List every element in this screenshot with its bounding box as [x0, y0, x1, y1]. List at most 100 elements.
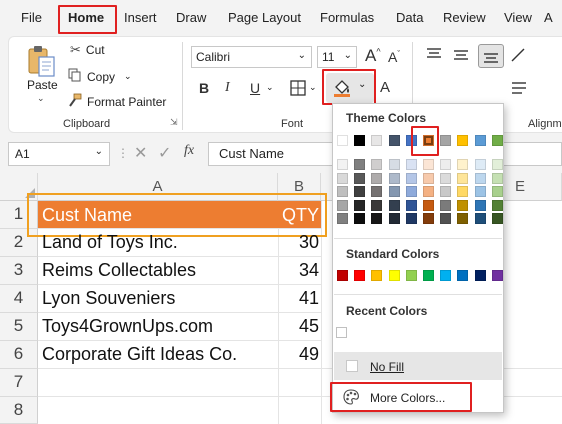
theme-shade-swatch[interactable]	[371, 186, 383, 197]
theme-shade-swatch[interactable]	[388, 172, 400, 184]
table-row-name[interactable]: Reims Collectables	[38, 257, 278, 285]
theme-shade-swatch[interactable]	[457, 213, 469, 224]
theme-shade-swatch[interactable]	[371, 172, 383, 184]
font-size-chevron-icon[interactable]: ⌄	[344, 50, 352, 61]
no-fill-item[interactable]: No Fill	[334, 352, 502, 380]
theme-shade-swatch[interactable]	[388, 213, 400, 224]
row-header[interactable]: 4	[0, 285, 38, 313]
font-name-chevron-icon[interactable]: ⌄	[298, 50, 306, 61]
theme-shade-swatch[interactable]	[405, 213, 417, 224]
theme-shade-swatch[interactable]	[388, 186, 400, 197]
menu-overflow[interactable]: A	[544, 10, 553, 25]
theme-shade-swatch[interactable]	[423, 186, 434, 197]
table-row-qty[interactable]: 45	[278, 313, 321, 341]
theme-shade-swatch[interactable]	[337, 186, 348, 197]
theme-shade-swatch[interactable]	[354, 199, 366, 211]
table-row-qty[interactable]: 30	[278, 229, 321, 257]
theme-shade-swatch[interactable]	[388, 199, 400, 211]
theme-shade-swatch[interactable]	[474, 186, 486, 197]
name-box[interactable]: A1 ⌄	[8, 142, 110, 166]
theme-shade-swatch[interactable]	[337, 172, 348, 184]
theme-shade-swatch[interactable]	[457, 159, 469, 170]
theme-shade-swatch[interactable]	[440, 199, 452, 211]
theme-shade-swatch[interactable]	[491, 186, 503, 197]
theme-shade-swatch[interactable]	[474, 159, 486, 170]
font-name-field[interactable]: Calibri ⌄	[191, 46, 312, 68]
menu-view[interactable]: View	[504, 10, 532, 25]
theme-shade-swatch[interactable]	[491, 159, 503, 170]
insert-function-button[interactable]: fx	[184, 143, 194, 159]
theme-color-swatch[interactable]	[337, 135, 348, 146]
theme-shade-swatch[interactable]	[440, 172, 452, 184]
theme-shade-swatch[interactable]	[337, 199, 348, 211]
format-painter-button[interactable]: Format Painter	[68, 93, 166, 110]
theme-shade-swatch[interactable]	[371, 159, 383, 170]
table-row-name[interactable]: Corporate Gift Ideas Co.	[38, 341, 278, 369]
enter-check-icon[interactable]: ✓	[158, 143, 171, 163]
theme-shade-swatch[interactable]	[457, 199, 469, 211]
theme-shade-swatch[interactable]	[354, 172, 366, 184]
theme-shade-swatch[interactable]	[474, 213, 486, 224]
menu-data[interactable]: Data	[396, 10, 423, 25]
theme-shade-swatch[interactable]	[457, 172, 469, 184]
paste-button[interactable]: Paste	[27, 78, 58, 92]
standard-color-swatch[interactable]	[337, 270, 348, 281]
theme-shade-swatch[interactable]	[423, 172, 434, 184]
menu-page-layout[interactable]: Page Layout	[228, 10, 301, 25]
standard-color-swatch[interactable]	[388, 270, 400, 281]
grow-font-button[interactable]: A^	[365, 46, 381, 66]
font-size-field[interactable]: 11 ⌄	[317, 46, 357, 68]
theme-shade-swatch[interactable]	[440, 213, 452, 224]
underline-button[interactable]: U	[250, 80, 260, 96]
menu-draw[interactable]: Draw	[176, 10, 206, 25]
menu-review[interactable]: Review	[443, 10, 486, 25]
theme-shade-swatch[interactable]	[405, 172, 417, 184]
wrap-text-button[interactable]	[510, 80, 528, 101]
name-box-chevron-icon[interactable]: ⌄	[95, 146, 103, 157]
row-header[interactable]: 8	[0, 397, 38, 424]
underline-chevron-icon[interactable]: ⌄	[266, 82, 274, 93]
copy-button[interactable]: Copy ⌄	[68, 68, 132, 85]
standard-color-swatch[interactable]	[457, 270, 469, 281]
theme-shade-swatch[interactable]	[354, 186, 366, 197]
table-row-qty[interactable]: 49	[278, 341, 321, 369]
theme-shade-swatch[interactable]	[371, 199, 383, 211]
standard-color-swatch[interactable]	[440, 270, 452, 281]
theme-color-swatch[interactable]	[354, 135, 366, 146]
clipboard-launcher-icon[interactable]: ⇲	[170, 117, 178, 128]
italic-button[interactable]: I	[225, 80, 230, 96]
theme-shade-swatch[interactable]	[491, 213, 503, 224]
standard-color-swatch[interactable]	[491, 270, 503, 281]
theme-shade-swatch[interactable]	[423, 213, 434, 224]
theme-shade-swatch[interactable]	[457, 186, 469, 197]
theme-shade-swatch[interactable]	[354, 159, 366, 170]
paste-chevron-icon[interactable]: ⌄	[37, 93, 45, 104]
theme-shade-swatch[interactable]	[491, 172, 503, 184]
cut-button[interactable]: ✂ Cut	[70, 42, 105, 58]
standard-color-swatch[interactable]	[371, 270, 383, 281]
paste-icon[interactable]	[25, 44, 59, 80]
row-header[interactable]: 3	[0, 257, 38, 285]
theme-shade-swatch[interactable]	[405, 186, 417, 197]
menu-insert[interactable]: Insert	[124, 10, 157, 25]
theme-shade-swatch[interactable]	[388, 159, 400, 170]
row-header[interactable]: 6	[0, 341, 38, 369]
table-row-qty[interactable]: 34	[278, 257, 321, 285]
row-header[interactable]: 5	[0, 313, 38, 341]
standard-color-swatch[interactable]	[354, 270, 366, 281]
theme-shade-swatch[interactable]	[423, 159, 434, 170]
theme-color-swatch[interactable]	[371, 135, 383, 146]
theme-color-swatch[interactable]	[440, 135, 452, 146]
theme-shade-swatch[interactable]	[405, 199, 417, 211]
theme-shade-swatch[interactable]	[423, 199, 434, 211]
theme-color-swatch[interactable]	[457, 135, 469, 146]
theme-shade-swatch[interactable]	[405, 159, 417, 170]
borders-chevron-icon[interactable]: ⌄	[309, 82, 317, 93]
copy-chevron-icon[interactable]: ⌄	[124, 71, 132, 82]
standard-color-swatch[interactable]	[405, 270, 417, 281]
recent-color-swatch[interactable]	[336, 327, 347, 338]
theme-color-swatch[interactable]	[388, 135, 400, 146]
table-row-name[interactable]: Toys4GrownUps.com	[38, 313, 278, 341]
theme-shade-swatch[interactable]	[337, 159, 348, 170]
theme-shade-swatch[interactable]	[474, 172, 486, 184]
